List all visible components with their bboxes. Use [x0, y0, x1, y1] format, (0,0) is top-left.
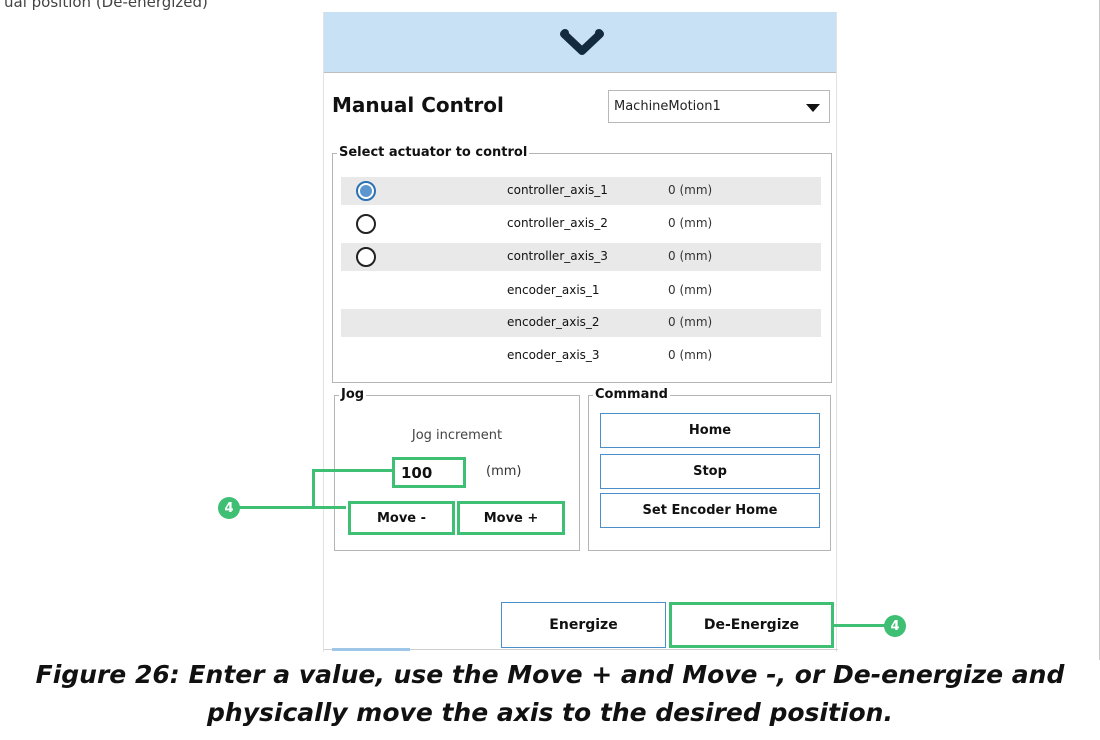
actuator-row-controller-axis-3[interactable]: controller_axis_3 0 (mm): [341, 243, 821, 271]
jog-callout-badge: 4: [218, 497, 240, 519]
header-divider: [324, 72, 836, 73]
energize-button[interactable]: Energize: [501, 602, 666, 648]
dropdown-caret-icon: [806, 104, 820, 112]
jog-increment-input[interactable]: 100: [392, 457, 466, 488]
actuator-name: controller_axis_1: [507, 183, 608, 197]
page-title: Manual Control: [332, 93, 504, 117]
jog-callout-bracket-top: [312, 469, 394, 472]
actuator-name: encoder_axis_2: [507, 315, 600, 329]
actuator-name: encoder_axis_1: [507, 283, 600, 297]
actuator-group-legend: Select actuator to control: [337, 144, 530, 162]
actuator-row-controller-axis-1[interactable]: controller_axis_1 0 (mm): [341, 177, 821, 205]
actuator-selection-group: Select actuator to control controller_ax…: [332, 144, 832, 383]
home-button[interactable]: Home: [600, 413, 820, 448]
actuator-name: controller_axis_3: [507, 249, 608, 263]
manual-control-panel: Manual Control MachineMotion1 Select act…: [323, 12, 838, 652]
jog-increment-label: Jog increment: [411, 428, 503, 443]
cropped-heading-text: ual position (De-energized): [4, 0, 208, 11]
actuator-row-encoder-axis-3: encoder_axis_3 0 (mm): [341, 342, 821, 370]
jog-callout-bracket-bottom: [312, 506, 346, 509]
move-plus-button[interactable]: Move +: [457, 501, 565, 535]
panel-bottom-accent: [332, 648, 410, 651]
jog-unit-label: (mm): [486, 464, 522, 479]
actuator-position: 0 (mm): [668, 348, 713, 362]
vention-chevron-logo-icon: [560, 29, 604, 55]
actuator-position: 0 (mm): [668, 216, 713, 230]
set-encoder-home-button[interactable]: Set Encoder Home: [600, 493, 820, 528]
jog-callout-bracket: [312, 469, 315, 509]
actuator-position: 0 (mm): [668, 183, 713, 197]
panel-header: [324, 12, 836, 72]
actuator-row-controller-axis-2[interactable]: controller_axis_2 0 (mm): [341, 210, 821, 238]
jog-group-legend: Jog: [339, 386, 367, 404]
actuator-row-encoder-axis-2: encoder_axis_2 0 (mm): [341, 309, 821, 337]
stop-button[interactable]: Stop: [600, 454, 820, 489]
deenergize-callout-badge: 4: [884, 615, 906, 637]
move-minus-button[interactable]: Move -: [348, 501, 455, 535]
actuator-position: 0 (mm): [668, 249, 713, 263]
machine-select-dropdown[interactable]: MachineMotion1: [608, 90, 830, 123]
actuator-name: encoder_axis_3: [507, 348, 600, 362]
machine-select-value: MachineMotion1: [614, 99, 721, 114]
command-group: Command Home Stop Set Encoder Home: [588, 386, 831, 551]
actuator-row-encoder-axis-1: encoder_axis_1 0 (mm): [341, 277, 821, 305]
deenergize-callout-line: [832, 624, 888, 627]
actuator-name: controller_axis_2: [507, 216, 608, 230]
radio-controller-axis-1[interactable]: [356, 181, 376, 201]
radio-controller-axis-2[interactable]: [356, 214, 376, 234]
radio-controller-axis-3[interactable]: [356, 247, 376, 267]
jog-group: Jog Jog increment 100 (mm) Move - Move +: [334, 386, 580, 551]
actuator-position: 0 (mm): [668, 315, 713, 329]
de-energize-button[interactable]: De-Energize: [669, 602, 834, 648]
figure-caption: Figure 26: Enter a value, use the Move +…: [35, 660, 1065, 727]
actuator-position: 0 (mm): [668, 283, 713, 297]
jog-callout-line: [236, 506, 314, 509]
command-group-legend: Command: [593, 386, 670, 404]
